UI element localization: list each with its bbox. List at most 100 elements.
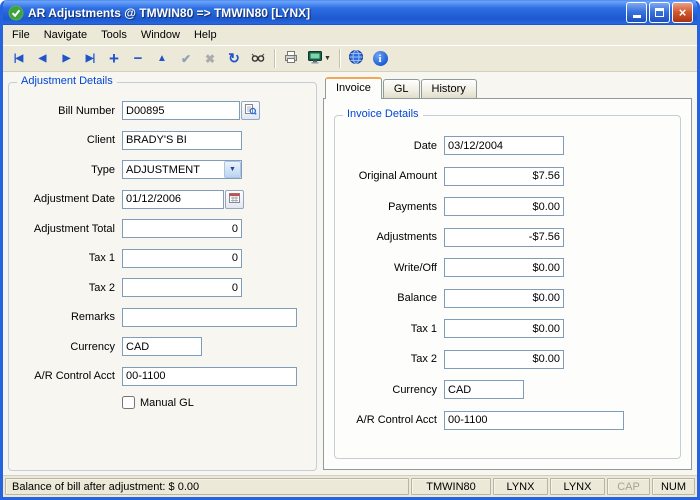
invoice-date-input[interactable] — [444, 136, 564, 155]
chevron-down-icon: ▼ — [324, 55, 331, 62]
tab-invoice[interactable]: Invoice — [325, 77, 382, 99]
monitor-icon — [307, 49, 323, 68]
maximize-icon — [655, 8, 664, 17]
app-icon — [8, 5, 24, 21]
maximize-button[interactable] — [649, 2, 670, 23]
print-button[interactable] — [279, 47, 303, 70]
date-picker-button[interactable] — [225, 190, 244, 209]
type-select[interactable]: ADJUSTMENT ▼ — [122, 160, 242, 179]
close-icon: × — [679, 6, 687, 19]
invoice-details-group: Invoice Details Date Original Amount Pay… — [334, 115, 681, 459]
adjustment-panel: Adjustment Details Bill Number — [3, 72, 321, 475]
invoice-ar-control-acct-label: A/R Control Acct — [335, 414, 437, 426]
menu-file[interactable]: File — [5, 26, 37, 44]
add-button[interactable]: + — [102, 47, 126, 70]
info-icon: i — [373, 51, 388, 66]
tax2-label: Tax 2 — [9, 282, 115, 294]
invoice-details-title: Invoice Details — [343, 108, 423, 120]
ar-control-acct-input[interactable] — [122, 367, 297, 386]
invoice-tax1-input[interactable] — [444, 319, 564, 338]
tax1-input[interactable] — [122, 249, 242, 268]
field-row: Tax 2 — [9, 278, 308, 297]
menu-window[interactable]: Window — [134, 26, 187, 44]
field-row: Currency — [335, 380, 672, 399]
last-record-button[interactable]: ▶| — [78, 47, 102, 70]
field-row: Tax 1 — [335, 319, 672, 338]
minus-icon: − — [134, 50, 143, 67]
adjustment-date-input[interactable] — [122, 190, 224, 209]
status-database: LYNX — [493, 478, 548, 495]
next-record-button[interactable]: ▶ — [54, 47, 78, 70]
printer-icon — [283, 49, 299, 68]
adjustments-input[interactable] — [444, 228, 564, 247]
manual-gl-label: Manual GL — [140, 397, 194, 409]
bill-number-input[interactable] — [122, 101, 240, 120]
refresh-icon: ↻ — [228, 50, 240, 67]
plus-icon: + — [109, 51, 119, 67]
field-row: Date — [335, 136, 672, 155]
invoice-ar-control-acct-input[interactable] — [444, 411, 624, 430]
remarks-input[interactable] — [122, 308, 297, 327]
invoice-tax2-input[interactable] — [444, 350, 564, 369]
status-server: TMWIN80 — [411, 478, 491, 495]
post-button[interactable]: ▲ — [150, 47, 174, 70]
status-bar: Balance of bill after adjustment: $ 0.00… — [3, 475, 697, 497]
minimize-button[interactable] — [626, 2, 647, 23]
content-area: Adjustment Details Bill Number — [3, 72, 697, 475]
toolbar-separator — [274, 49, 275, 68]
delete-button[interactable]: − — [126, 47, 150, 70]
web-button[interactable] — [344, 47, 368, 70]
first-record-button[interactable]: |◀ — [6, 47, 30, 70]
bill-number-lookup-button[interactable] — [241, 101, 260, 120]
invoice-currency-label: Currency — [335, 384, 437, 396]
invoice-currency-input[interactable] — [444, 380, 524, 399]
tax2-input[interactable] — [122, 278, 242, 297]
tab-history[interactable]: History — [421, 79, 477, 98]
window-title: AR Adjustments @ TMWIN80 => TMWIN80 [LYN… — [28, 6, 624, 20]
up-arrow-icon: ▲ — [157, 53, 167, 64]
menu-navigate[interactable]: Navigate — [37, 26, 94, 44]
adjustment-total-input[interactable] — [122, 219, 242, 238]
close-button[interactable]: × — [672, 2, 693, 23]
lookup-icon — [244, 103, 257, 119]
field-row: Adjustment Date — [9, 190, 308, 209]
last-record-icon: ▶| — [86, 53, 95, 64]
preview-button[interactable] — [246, 47, 270, 70]
field-row: Currency — [9, 337, 308, 356]
field-row: Client — [9, 131, 308, 150]
first-record-icon: |◀ — [14, 53, 23, 64]
field-row: A/R Control Acct — [9, 367, 308, 386]
screen-output-button[interactable]: ▼ — [303, 47, 335, 70]
save-button[interactable]: ✔ — [174, 47, 198, 70]
refresh-button[interactable]: ↻ — [222, 47, 246, 70]
original-amount-input[interactable] — [444, 167, 564, 186]
tab-gl[interactable]: GL — [383, 79, 420, 98]
payments-label: Payments — [335, 201, 437, 213]
writeoff-input[interactable] — [444, 258, 564, 277]
glasses-icon — [250, 49, 266, 68]
minimize-icon — [633, 15, 641, 18]
toolbar-separator — [339, 49, 340, 68]
field-row: Tax 1 — [9, 249, 308, 268]
ar-control-acct-label: A/R Control Acct — [9, 370, 115, 382]
tax1-label: Tax 1 — [9, 252, 115, 264]
x-icon: ✖ — [205, 52, 215, 66]
status-message: Balance of bill after adjustment: $ 0.00 — [5, 478, 409, 495]
currency-input[interactable] — [122, 337, 202, 356]
client-input[interactable] — [122, 131, 242, 150]
type-value: ADJUSTMENT — [123, 164, 224, 176]
payments-input[interactable] — [444, 197, 564, 216]
balance-input[interactable] — [444, 289, 564, 308]
status-num-lock: NUM — [652, 478, 695, 495]
invoice-tax1-label: Tax 1 — [335, 323, 437, 335]
field-row: Write/Off — [335, 258, 672, 277]
invoice-tax2-label: Tax 2 — [335, 353, 437, 365]
menu-help[interactable]: Help — [187, 26, 224, 44]
manual-gl-checkbox[interactable] — [122, 396, 135, 409]
previous-record-button[interactable]: ◀ — [30, 47, 54, 70]
menu-tools[interactable]: Tools — [94, 26, 134, 44]
about-button[interactable]: i — [368, 47, 392, 70]
cancel-button[interactable]: ✖ — [198, 47, 222, 70]
client-label: Client — [9, 134, 115, 146]
chevron-down-icon: ▼ — [224, 161, 241, 178]
